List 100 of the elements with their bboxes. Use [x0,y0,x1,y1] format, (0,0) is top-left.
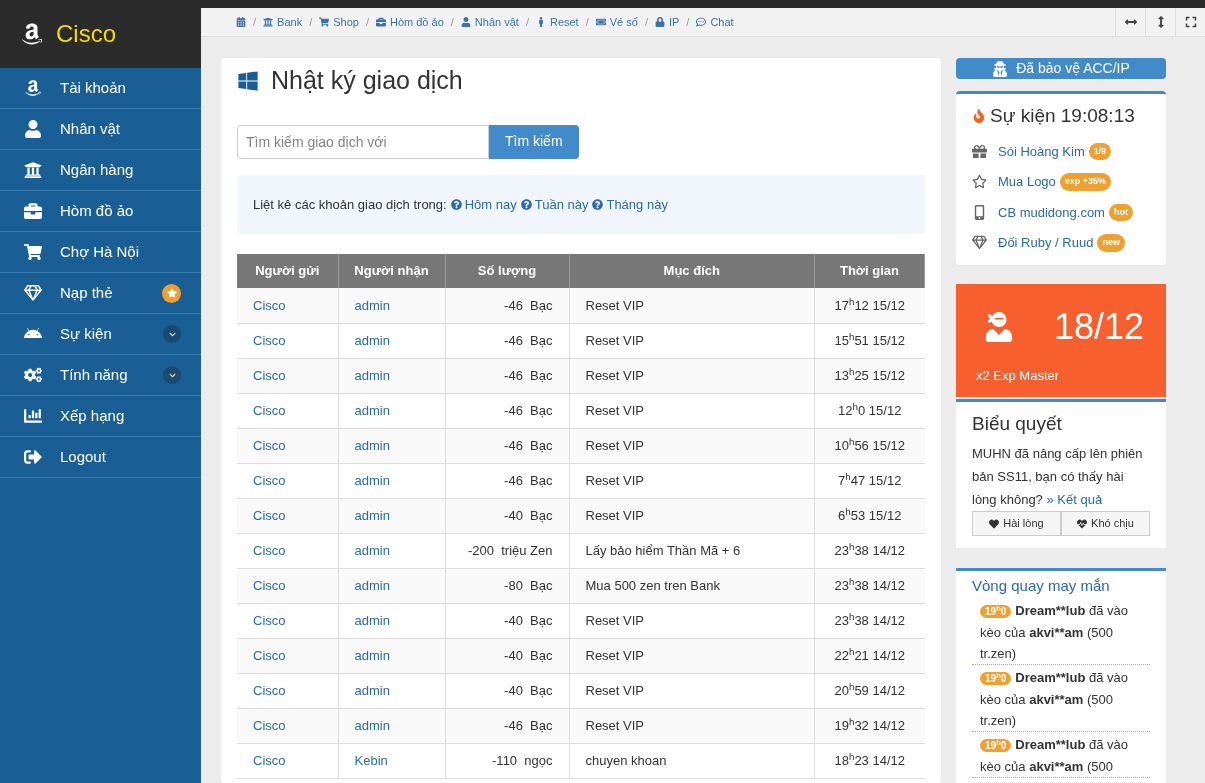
breadcrumb-separator: / [450,14,454,30]
breadcrumb-link[interactable]: Bank [277,13,303,31]
sender-link[interactable]: Cisco [237,568,338,604]
sender-link[interactable]: Cisco [237,673,338,709]
ticket-icon[interactable] [595,16,606,27]
gem-icon [972,235,987,251]
event-link[interactable]: Đối Ruby / Ruud [998,233,1094,253]
search-button[interactable]: Tìm kiếm [489,124,579,159]
filter-link[interactable]: Tuần này [534,194,589,215]
wheel-entry: 19$^{h}$0 Dream**lub đã vào kèo của akvi**am (500 [972,731,1150,778]
sidebar-item[interactable]: Chợ Hà Nội [0,232,201,273]
chat-icon[interactable] [696,16,707,27]
results-link[interactable]: » Kết quả [1046,492,1103,508]
sidebar-item[interactable]: Ngân hàng [0,150,201,191]
breadcrumb-link[interactable]: Nhân vật [474,13,519,31]
search-field[interactable]: Tìm kiếm giao dịch với [237,124,489,159]
breadcrumb-link[interactable]: Vé số [609,13,638,31]
table-cell: Reset VIP [569,393,815,429]
sender-link[interactable]: Cisco [237,708,338,744]
table-cell: Reset VIP [569,673,815,709]
sidebar-item[interactable]: Xếp hạng [0,396,201,437]
breadcrumb-link[interactable]: Reset [549,13,579,31]
sender-link[interactable]: Cisco [237,498,338,534]
recipient-link[interactable]: admin [338,288,445,324]
recipient-link[interactable]: admin [338,638,445,674]
recipient-link[interactable]: admin [338,428,445,464]
sidebar-item[interactable]: Nhân vật [0,109,201,150]
sender-link[interactable]: Cisco [237,603,338,639]
sidebar-item[interactable]: Tài khoản [0,68,201,109]
table-cell: 22$^{h}$21 14/12 [834,647,905,663]
cogs-icon [24,366,42,384]
event-link[interactable]: CB mudidong.com [998,202,1105,223]
poll-title: Biểu quyết [972,411,1063,436]
breadcrumb-link[interactable]: Chat [710,13,734,31]
recipient-link[interactable]: Kebin [338,743,445,779]
sender-link[interactable]: Cisco [237,743,338,779]
recipient-link[interactable]: admin [338,323,445,359]
table-cell: 10$^{h}$56 15/12 [834,437,905,453]
breadcrumb-separator: / [644,14,648,30]
event-link[interactable]: Sói Hoàng Kim [998,141,1085,162]
cart-icon[interactable] [319,16,330,27]
recipient-link[interactable]: admin [338,498,445,534]
user-icon[interactable] [460,16,471,27]
table-cell: -200 triệu Zen [445,533,569,569]
recipient-link[interactable]: admin [338,463,445,499]
recipient-link[interactable]: admin [338,708,445,744]
table-cell: -46 Bạc [445,428,569,464]
sidebar-item[interactable]: Hòm đồ ảo [0,191,201,232]
recipient-link[interactable]: admin [338,568,445,604]
sender-link[interactable]: Cisco [237,428,338,464]
help-icon [592,198,604,210]
table-cell: Reset VIP [569,638,815,674]
sidebar-item[interactable]: Tính năng [0,355,201,396]
breadcrumb-separator: / [585,14,589,30]
recipient-link[interactable]: admin [338,358,445,394]
table-cell: -40 Bạc [445,603,569,639]
table-cell: -46 Bạc [445,708,569,744]
table-cell: -80 Bạc [445,568,569,604]
event-link[interactable]: Mua Logo [998,172,1056,192]
recipient-link[interactable]: admin [338,603,445,639]
calendar-icon[interactable] [236,16,246,27]
recipient-link[interactable]: admin [338,533,445,569]
sender-link[interactable]: Cisco [237,358,338,394]
sidebar-item[interactable]: Nạp thẻ [0,273,201,314]
sender-link[interactable]: Cisco [237,323,338,359]
expand-toggle[interactable] [163,366,181,384]
breadcrumb-separator: / [365,14,369,30]
filter-link[interactable]: Tháng này [606,194,668,215]
table-cell: 23$^{h}$38 14/12 [834,542,905,558]
filter-link[interactable]: Hôm nay [464,194,517,215]
breadcrumb-link[interactable]: IP [668,13,680,31]
expand-toggle[interactable] [163,325,181,343]
recipient-link[interactable]: admin [338,673,445,709]
amazon-logo-icon [20,22,44,46]
table-cell: -46 Bạc [445,463,569,499]
sidebar-item[interactable]: Logout [0,437,201,478]
user-icon [24,120,42,138]
vote-button[interactable]: Hài lòng [972,511,1061,537]
sidebar-item[interactable]: Sự kiện [0,314,201,355]
sender-link[interactable]: Cisco [237,393,338,429]
briefcase-icon[interactable] [375,16,386,27]
event-title: Sự kiện 19:08:13 [990,104,1135,129]
sender-link[interactable]: Cisco [237,288,338,324]
lock-icon[interactable] [654,16,665,27]
table-cell: Reset VIP [569,498,815,534]
table-cell: 18$^{h}$23 14/12 [834,752,905,768]
recipient-link[interactable]: admin [338,393,445,429]
sender-link[interactable]: Cisco [237,638,338,674]
vote-button[interactable]: Khó chịu [1061,511,1150,537]
breadcrumb-link[interactable]: Shop [333,13,359,31]
sender-link[interactable]: Cisco [237,533,338,569]
table-cell: -46 Bạc [445,323,569,359]
table-cell: 19$^{h}$32 14/12 [834,717,905,733]
sender-link[interactable]: Cisco [237,463,338,499]
table-cell: -46 Bạc [445,288,569,324]
table-cell: 20$^{h}$59 14/12 [834,682,905,698]
bank-icon[interactable] [263,16,274,27]
breadcrumb-link[interactable]: Hòm đồ ảo [389,13,444,31]
fullscreen-icon[interactable] [1184,15,1197,28]
protect-button[interactable]: Đã bảo vệ ACC/IP [956,58,1166,80]
